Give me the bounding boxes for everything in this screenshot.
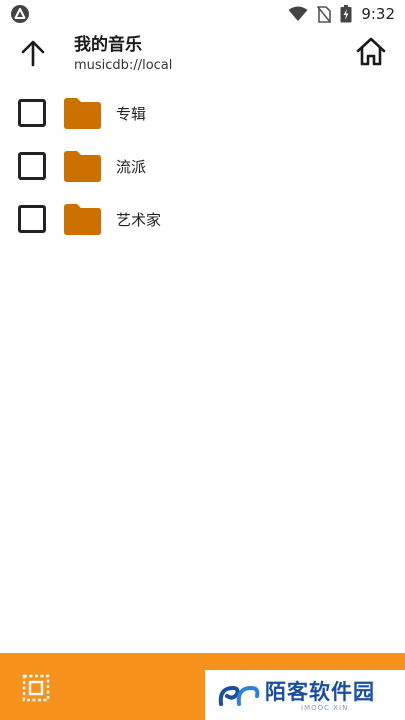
folder-icon xyxy=(64,98,101,129)
list-item[interactable]: 艺术家 xyxy=(0,192,405,245)
folder-list: 专辑 流派 艺术家 xyxy=(0,86,405,245)
item-checkbox[interactable] xyxy=(18,152,46,180)
item-checkbox[interactable] xyxy=(18,99,46,127)
current-path: musicdb://local xyxy=(74,58,173,73)
select-all-icon[interactable] xyxy=(22,674,50,702)
home-icon[interactable] xyxy=(355,36,387,68)
item-label: 流派 xyxy=(116,158,147,176)
header: 我的音乐 musicdb://local xyxy=(0,28,405,84)
list-item[interactable]: 专辑 xyxy=(0,86,405,139)
no-sim-icon xyxy=(317,5,332,23)
item-label: 专辑 xyxy=(116,105,147,123)
item-label: 艺术家 xyxy=(116,211,162,229)
watermark-text: 陌客软件园 xyxy=(265,680,375,704)
status-bar: 9:32 xyxy=(0,0,405,28)
watermark-logo-icon xyxy=(218,685,260,706)
back-arrow-icon[interactable] xyxy=(18,38,48,68)
list-item[interactable]: 流派 xyxy=(0,139,405,192)
battery-icon xyxy=(340,5,352,23)
watermark-subtext: IMOOC XIN xyxy=(301,704,349,712)
folder-icon xyxy=(64,204,101,235)
item-checkbox[interactable] xyxy=(18,205,46,233)
notification-a-icon xyxy=(11,5,29,23)
folder-icon xyxy=(64,151,101,182)
page-title: 我的音乐 xyxy=(74,35,142,55)
title-block: 我的音乐 musicdb://local xyxy=(74,34,172,75)
status-time: 9:32 xyxy=(361,5,395,23)
wifi-icon xyxy=(288,6,308,21)
watermark: 陌客软件园 IMOOC XIN xyxy=(205,670,405,720)
